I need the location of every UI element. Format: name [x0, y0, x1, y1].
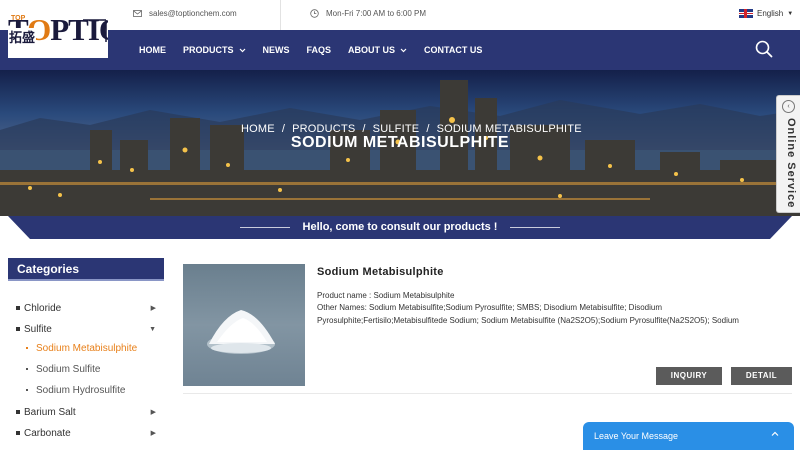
chevron-down-icon [400, 48, 407, 52]
logo[interactable]: TOPTION 拓盛 TOP [8, 10, 108, 58]
subcategory-label: Sodium Sulfite [36, 363, 101, 375]
bullet-icon [16, 306, 20, 310]
category-label: Sulfite [24, 323, 52, 335]
product-title[interactable]: Sodium Metabisulphite [317, 266, 444, 278]
subcategory-sodium-sulfite[interactable]: Sodium Sulfite [26, 361, 100, 377]
other-names-line-1: Other Names: Sodium Metabisulfite;Sodium… [317, 303, 663, 312]
arrow-right-icon[interactable]: ▶ [151, 429, 156, 437]
nav-item-news[interactable]: NEWS [263, 45, 290, 55]
svg-text:拓盛: 拓盛 [9, 30, 35, 46]
main-nav: HOME PRODUCTS NEWS FAQS ABOUT US CONTACT US [0, 30, 800, 70]
bullet-icon [16, 431, 20, 435]
arrow-right-icon[interactable]: ▶ [151, 304, 156, 312]
product-divider [183, 393, 792, 394]
bullet-icon [26, 347, 28, 349]
top-email[interactable]: sales@toptionchem.com [133, 9, 237, 18]
chevron-down-icon [239, 48, 245, 52]
nav-item-label: ABOUT US [348, 45, 396, 55]
mail-icon [133, 10, 142, 17]
language-selector[interactable]: English ▼ [739, 9, 793, 18]
nav-item-contact-us[interactable]: CONTACT US [424, 45, 482, 55]
online-service-label: Online Service [785, 118, 797, 209]
subcategory-label: Sodium Metabisulphite [36, 342, 138, 354]
online-service-tab[interactable]: ‹ Online Service [776, 95, 800, 213]
arrow-down-icon[interactable]: ▼ [149, 326, 156, 333]
hours-text: Mon-Fri 7:00 AM to 6:00 PM [326, 9, 427, 18]
search-icon[interactable] [754, 39, 774, 59]
top-bar: sales@toptionchem.com Mon-Fri 7:00 AM to… [0, 0, 800, 30]
inquiry-button[interactable]: INQUIRY [656, 367, 722, 385]
bullet-icon [26, 368, 28, 370]
category-label: Chloride [24, 302, 62, 314]
nav-item-label: NEWS [262, 45, 290, 55]
email-text[interactable]: sales@toptionchem.com [149, 9, 237, 18]
nav-item-about-us[interactable]: ABOUT US [348, 45, 407, 55]
hero-banner: HOME / PRODUCTS / SULFITE / SODIUM METAB… [0, 70, 800, 216]
caret-down-icon: ▼ [787, 10, 794, 17]
product-name-label: Product name : [317, 291, 372, 300]
subcategory-sodium-metabisulphite[interactable]: Sodium Metabisulphite [26, 340, 137, 356]
top-divider [280, 0, 281, 30]
category-barium-salt[interactable]: Barium Salt ▶ [16, 404, 158, 420]
chevron-left-icon: ‹ [782, 100, 795, 113]
consult-strip: Hello, come to consult our products ! [0, 216, 800, 239]
powder-pile-image [207, 310, 275, 354]
subcategory-label: Sodium Hydrosulfite [36, 384, 126, 396]
page: sales@toptionchem.com Mon-Fri 7:00 AM to… [0, 0, 800, 450]
leave-message-label: Leave Your Message [594, 431, 679, 441]
category-label: Barium Salt [24, 406, 76, 418]
categories-header: Categories [8, 258, 164, 281]
nav-item-label: CONTACT US [424, 45, 483, 55]
svg-text:TOP: TOP [11, 15, 26, 22]
clock-icon [310, 9, 319, 18]
uk-flag-icon [739, 9, 753, 18]
nav-item-products[interactable]: PRODUCTS [183, 45, 246, 55]
category-label: Carbonate [24, 427, 71, 439]
category-chloride[interactable]: Chloride ▶ [16, 300, 158, 316]
language-label: English [757, 9, 784, 18]
logo-mark: TOPTION 拓盛 TOP [8, 12, 108, 47]
bullet-icon [26, 389, 28, 391]
arrow-right-icon[interactable]: ▶ [151, 408, 156, 416]
other-names-line-2: Pyrosulphite;Fertisilo;Metabisulfitede S… [317, 316, 739, 325]
top-hours: Mon-Fri 7:00 AM to 6:00 PM [310, 9, 426, 18]
categories-title: Categories [17, 262, 80, 276]
subcategory-sodium-hydrosulfite[interactable]: Sodium Hydrosulfite [26, 382, 125, 398]
product-name-value: Sodium Metabisulphite [373, 291, 455, 300]
nav-items: HOME PRODUCTS NEWS FAQS ABOUT US CONTACT US [139, 30, 499, 70]
product-image[interactable] [183, 264, 305, 386]
page-title: SODIUM METABISULPHITE [290, 134, 510, 151]
nav-item-label: HOME [139, 45, 166, 55]
nav-item-label: PRODUCTS [183, 45, 234, 55]
chevron-up-icon[interactable] [771, 430, 779, 438]
category-sulfite[interactable]: Sulfite ▼ [16, 321, 158, 337]
bullet-icon [16, 410, 20, 414]
bullet-icon [16, 327, 20, 331]
nav-item-home[interactable]: HOME [139, 45, 166, 55]
leave-message-widget[interactable]: Leave Your Message [583, 422, 794, 450]
category-carbonate[interactable]: Carbonate ▶ [16, 425, 158, 441]
nav-item-faqs[interactable]: FAQS [307, 45, 332, 55]
detail-button[interactable]: DETAIL [731, 367, 792, 385]
consult-text: Hello, come to consult our products ! [302, 221, 498, 233]
nav-item-label: FAQS [306, 45, 332, 55]
